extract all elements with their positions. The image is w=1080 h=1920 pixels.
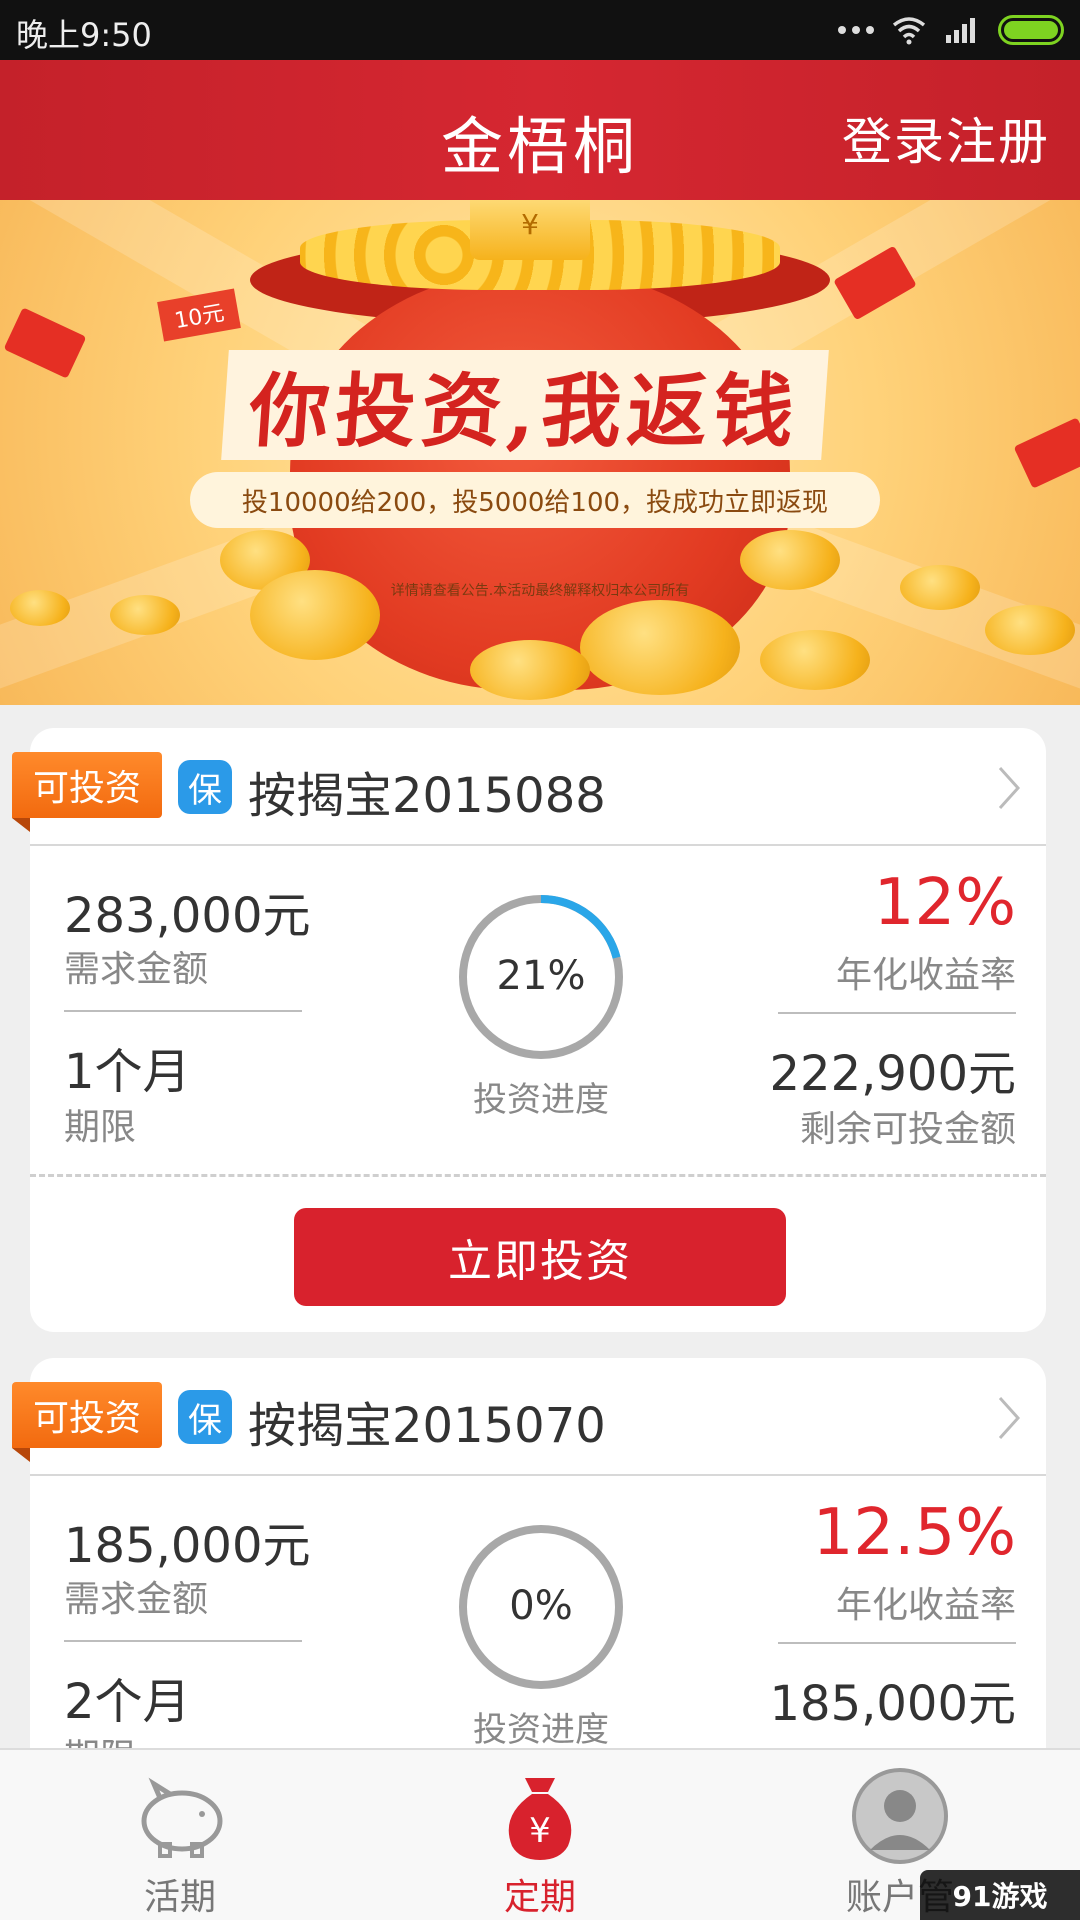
divider: [64, 1640, 302, 1642]
coin: [760, 630, 870, 690]
money-bag-icon: ¥: [508, 1778, 572, 1860]
svg-text:¥: ¥: [529, 1811, 551, 1851]
more-dots-icon: [838, 26, 874, 34]
demand-amount-label: 需求金额: [64, 1579, 209, 1620]
annual-rate-label: 年化收益率: [835, 1585, 1016, 1626]
app-screen: 晚上9:50 金梧桐 登录注册 ¥ 10元 你投资,我返钱 投10000给200…: [0, 0, 1080, 1920]
product-name: 按揭宝2015088: [248, 768, 606, 824]
bottom-nav: 活期 ¥ 定期 账户管: [0, 1748, 1080, 1920]
chevron-right-icon[interactable]: [988, 764, 1028, 812]
progress-percent: 0%: [509, 1583, 573, 1629]
coin: [900, 565, 980, 610]
annual-rate: 12%: [873, 866, 1016, 940]
dashed-divider: [30, 1174, 1046, 1177]
available-badge: 可投资: [12, 752, 162, 832]
demand-amount: 185,000元: [64, 1518, 311, 1574]
progress-label: 投资进度: [473, 1080, 609, 1120]
signal-icon: [946, 18, 975, 43]
nav-label: 定期: [503, 1877, 576, 1918]
divider: [778, 1012, 1016, 1014]
product-card[interactable]: 可投资 保 按揭宝2015088 283,000元 需求金额 1个月 期限 21…: [12, 728, 1046, 1332]
app-header: 金梧桐 登录注册: [0, 60, 1080, 200]
red-packet-icon: [1013, 417, 1080, 489]
status-time: 晚上9:50: [16, 16, 152, 54]
coin: [250, 570, 380, 660]
watermark-logo: 91游戏: [920, 1870, 1080, 1920]
guarantee-icon: 保: [178, 760, 232, 814]
yuan-symbol: ¥: [521, 208, 539, 241]
yuan-packet: ¥: [470, 200, 590, 260]
nav-item-current[interactable]: 活期: [30, 1750, 330, 1920]
annual-rate-label: 年化收益率: [835, 955, 1016, 996]
coin: [985, 605, 1075, 655]
login-register-link[interactable]: 登录注册: [842, 102, 1050, 174]
coin: [10, 590, 70, 626]
ten-yuan-tag: 10元: [157, 288, 241, 342]
annual-rate: 12.5%: [812, 1496, 1016, 1570]
divider: [778, 1642, 1016, 1644]
promo-banner[interactable]: ¥ 10元 你投资,我返钱 投10000给200，投5000给100，投成功立即…: [0, 200, 1080, 705]
battery-icon: [998, 15, 1064, 45]
nav-label: 活期: [143, 1877, 216, 1918]
status-bar: 晚上9:50: [0, 0, 1080, 60]
progress-percent: 21%: [496, 953, 586, 999]
status-icons: [838, 12, 1064, 48]
progress-label: 投资进度: [473, 1710, 609, 1750]
red-packet-icon: [3, 307, 87, 379]
coin: [470, 640, 590, 700]
available-badge: 可投资: [12, 1382, 162, 1462]
user-avatar-icon: [852, 1768, 948, 1864]
term-value: 1个月: [64, 1044, 191, 1100]
banner-offer: 投10000给200，投5000给100，投成功立即返现: [190, 472, 880, 528]
nav-item-fixed[interactable]: ¥ 定期: [390, 1750, 690, 1920]
remaining-amount: 185,000元: [769, 1676, 1017, 1732]
demand-amount-label: 需求金额: [64, 949, 209, 990]
banner-slogan-box: 你投资,我返钱: [221, 350, 829, 460]
term-label: 期限: [64, 1107, 137, 1148]
remaining-amount-label: 剩余可投金额: [799, 1109, 1016, 1150]
chevron-right-icon[interactable]: [988, 1394, 1028, 1442]
product-name: 按揭宝2015070: [248, 1398, 606, 1454]
coin: [110, 595, 180, 635]
guarantee-icon: 保: [178, 1390, 232, 1444]
invest-now-button[interactable]: 立即投资: [294, 1208, 786, 1306]
product-card-header[interactable]: 可投资 保 按揭宝2015070: [12, 1358, 1046, 1476]
term-value: 2个月: [64, 1674, 191, 1730]
wifi-icon: [892, 17, 926, 45]
banner-slogan: 你投资,我返钱: [246, 364, 803, 458]
demand-amount: 283,000元: [64, 888, 311, 944]
remaining-amount: 222,900元: [769, 1046, 1017, 1102]
piggy-bank-icon: [141, 1777, 223, 1858]
coin: [740, 530, 840, 590]
coin: [580, 600, 740, 695]
product-card-header[interactable]: 可投资 保 按揭宝2015088: [12, 728, 1046, 846]
divider: [64, 1010, 302, 1012]
